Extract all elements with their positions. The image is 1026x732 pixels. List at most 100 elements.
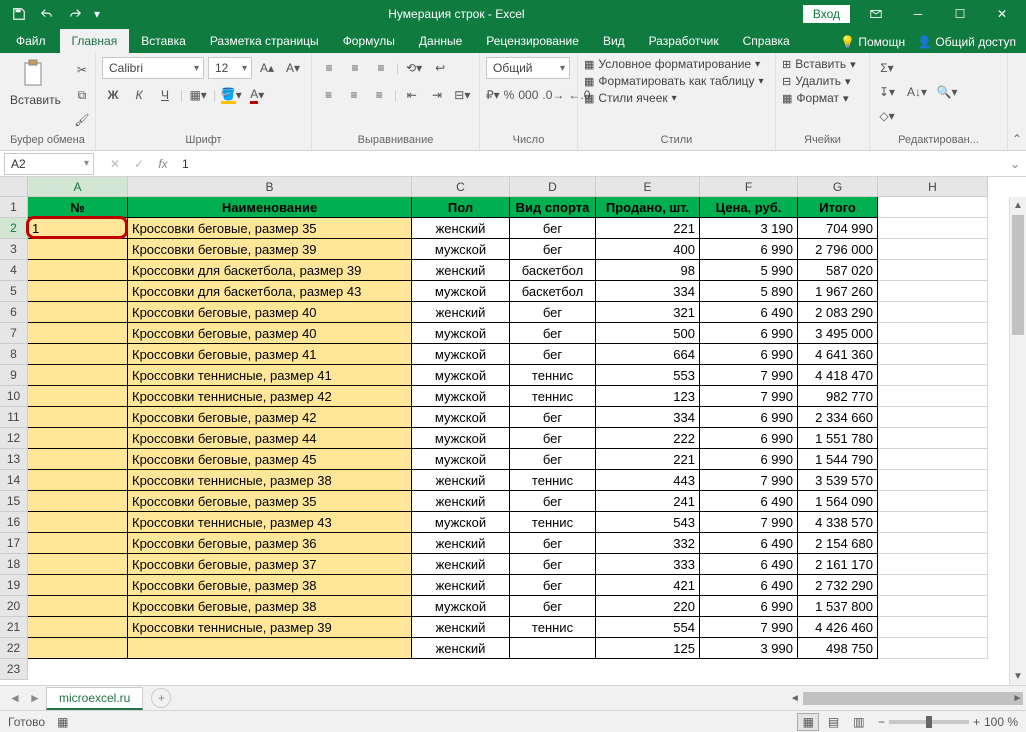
cell[interactable]: Кроссовки беговые, размер 42 (128, 407, 412, 428)
cell[interactable] (878, 575, 988, 596)
cell[interactable]: 6 990 (700, 239, 798, 260)
cell[interactable]: 6 990 (700, 323, 798, 344)
row-header[interactable]: 22 (0, 638, 28, 659)
sheet-nav-prev-icon[interactable]: ◄ (6, 689, 24, 707)
cell[interactable]: 1 544 790 (798, 449, 878, 470)
cell[interactable]: 2 334 660 (798, 407, 878, 428)
cell[interactable] (878, 386, 988, 407)
qat-dropdown-icon[interactable]: ▾ (90, 2, 104, 26)
align-bottom-icon[interactable]: ≡ (370, 57, 392, 79)
decrease-font-icon[interactable]: A▾ (282, 57, 304, 79)
cell[interactable]: Кроссовки беговые, размер 37 (128, 554, 412, 575)
thousands-icon[interactable]: 000 (518, 84, 538, 106)
close-icon[interactable]: ✕ (982, 0, 1022, 28)
row-header[interactable]: 16 (0, 512, 28, 533)
maximize-icon[interactable]: ☐ (940, 0, 980, 28)
cell[interactable]: 3 990 (700, 638, 798, 659)
fill-color-icon[interactable]: 🪣▾ (220, 84, 242, 106)
font-name-combo[interactable]: Calibri (102, 57, 204, 79)
cell[interactable]: мужской (412, 239, 510, 260)
cell[interactable]: 4 338 570 (798, 512, 878, 533)
cell[interactable]: мужской (412, 365, 510, 386)
cell[interactable]: 334 (596, 407, 700, 428)
cell[interactable]: 220 (596, 596, 700, 617)
row-header[interactable]: 2 (0, 218, 28, 239)
cell[interactable] (878, 197, 988, 218)
cell[interactable]: 4 426 460 (798, 617, 878, 638)
cell[interactable]: бег (510, 533, 596, 554)
copy-icon[interactable]: ⧉ (71, 84, 93, 106)
cell[interactable]: 6 490 (700, 533, 798, 554)
cell[interactable]: бег (510, 449, 596, 470)
cut-icon[interactable]: ✂ (71, 59, 93, 81)
cancel-formula-icon[interactable]: ✕ (104, 153, 126, 175)
cell[interactable] (878, 239, 988, 260)
macro-record-icon[interactable]: ▦ (57, 715, 68, 729)
align-middle-icon[interactable]: ≡ (344, 57, 366, 79)
scroll-right-icon[interactable]: ► (1009, 690, 1026, 707)
currency-icon[interactable]: ₽▾ (486, 84, 500, 106)
cell[interactable]: женский (412, 554, 510, 575)
row-header[interactable]: 8 (0, 344, 28, 365)
cell[interactable]: женский (412, 617, 510, 638)
fx-icon[interactable]: fx (152, 153, 174, 175)
cell[interactable] (28, 344, 128, 365)
italic-button[interactable]: К (128, 84, 150, 106)
cell[interactable]: Кроссовки теннисные, размер 41 (128, 365, 412, 386)
cell[interactable]: 221 (596, 218, 700, 239)
cell[interactable] (878, 554, 988, 575)
cell[interactable] (28, 260, 128, 281)
wrap-text-icon[interactable]: ↩ (429, 57, 451, 79)
tab-insert[interactable]: Вставка (129, 29, 198, 53)
cell[interactable]: 6 990 (700, 344, 798, 365)
row-header[interactable]: 1 (0, 197, 28, 218)
cell[interactable]: 6 490 (700, 491, 798, 512)
cell[interactable]: бег (510, 575, 596, 596)
cell[interactable]: теннис (510, 386, 596, 407)
decrease-indent-icon[interactable]: ⇤ (401, 84, 422, 106)
signin-button[interactable]: Вход (803, 5, 850, 23)
cell[interactable]: баскетбол (510, 281, 596, 302)
cell[interactable]: мужской (412, 596, 510, 617)
scroll-down-icon[interactable]: ▼ (1010, 668, 1026, 685)
cell[interactable] (28, 575, 128, 596)
cell[interactable]: мужской (412, 449, 510, 470)
row-header[interactable]: 17 (0, 533, 28, 554)
minimize-icon[interactable]: ─ (898, 0, 938, 28)
format-as-table-button[interactable]: ▦ Форматировать как таблицу ▾ (584, 74, 769, 88)
share-button[interactable]: 👤 Общий доступ (917, 35, 1016, 49)
cell[interactable]: мужской (412, 512, 510, 533)
cell[interactable] (28, 281, 128, 302)
cell[interactable]: 664 (596, 344, 700, 365)
table-header[interactable]: Итого (798, 197, 878, 218)
cell[interactable] (878, 323, 988, 344)
cell[interactable]: 1 (28, 218, 128, 239)
cell[interactable]: 2 154 680 (798, 533, 878, 554)
cell[interactable] (878, 218, 988, 239)
cell[interactable] (878, 260, 988, 281)
sort-filter-icon[interactable]: A↓▾ (906, 81, 928, 103)
cell[interactable]: 2 161 170 (798, 554, 878, 575)
cell[interactable]: Кроссовки теннисные, размер 39 (128, 617, 412, 638)
col-header-G[interactable]: G (798, 177, 878, 197)
cell[interactable]: 587 020 (798, 260, 878, 281)
row-header[interactable]: 19 (0, 575, 28, 596)
cell[interactable]: Кроссовки беговые, размер 40 (128, 323, 412, 344)
new-sheet-icon[interactable]: + (151, 688, 171, 708)
cell[interactable]: женский (412, 302, 510, 323)
row-header[interactable]: 20 (0, 596, 28, 617)
sheet-tab[interactable]: microexcel.ru (46, 687, 143, 710)
zoom-out-icon[interactable]: − (878, 715, 885, 729)
row-header[interactable]: 23 (0, 659, 28, 680)
tab-home[interactable]: Главная (60, 29, 130, 53)
cell[interactable]: бег (510, 491, 596, 512)
col-header-C[interactable]: C (412, 177, 510, 197)
cell[interactable]: 321 (596, 302, 700, 323)
cell[interactable]: Кроссовки теннисные, размер 38 (128, 470, 412, 491)
insert-cells-button[interactable]: ⊞ Вставить ▾ (782, 57, 863, 71)
bold-button[interactable]: Ж (102, 84, 124, 106)
row-header[interactable]: 18 (0, 554, 28, 575)
horizontal-scrollbar[interactable]: ◄ ► (803, 690, 1009, 707)
name-box[interactable]: A2 (4, 153, 94, 175)
col-header-E[interactable]: E (596, 177, 700, 197)
